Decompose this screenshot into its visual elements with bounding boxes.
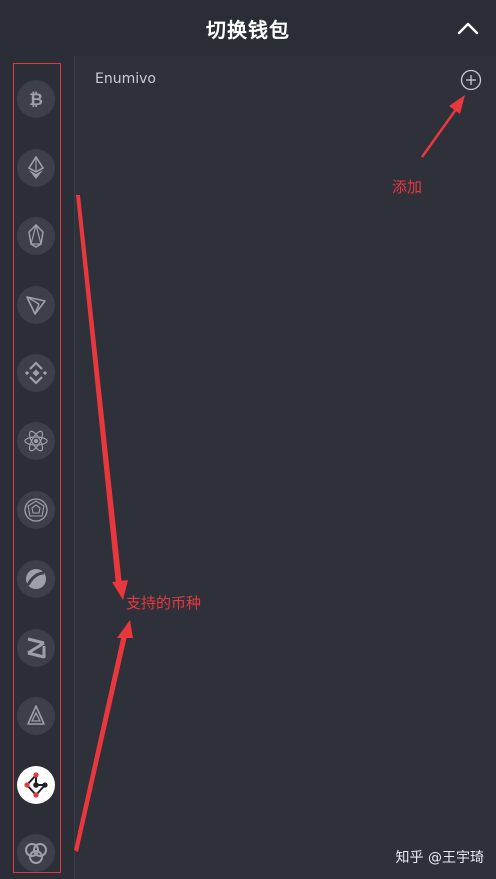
cosmos-atom-icon	[24, 430, 48, 452]
coin-network-selected[interactable]	[17, 766, 55, 804]
header-bar: 切换钱包	[0, 0, 496, 56]
coin-binance[interactable]	[17, 354, 55, 392]
iris-icon	[24, 498, 48, 522]
annotation-add-label: 添加	[392, 178, 423, 196]
add-wallet-button[interactable]	[460, 69, 482, 91]
watermark: 知乎 @王宇琦	[395, 850, 484, 866]
network-nodes-icon	[24, 772, 48, 798]
tron-icon	[26, 296, 46, 315]
coin-eos[interactable]	[17, 217, 55, 255]
circles-icon	[25, 843, 47, 864]
ethereum-icon	[27, 156, 45, 179]
wallet-item-name[interactable]: Enumivo	[95, 71, 156, 87]
eos-icon	[28, 224, 44, 248]
coin-ontology[interactable]	[17, 560, 55, 598]
plus-circle-icon	[460, 69, 482, 91]
coin-ethereum[interactable]	[17, 149, 55, 187]
coin-circles[interactable]	[17, 834, 55, 872]
aeternity-icon	[27, 705, 45, 725]
coin-zilliqa[interactable]	[17, 629, 55, 667]
coin-tron[interactable]	[17, 286, 55, 324]
svg-text:₿: ₿	[29, 90, 43, 110]
annotation-coins-label: 支持的币种	[126, 594, 202, 612]
page-title: 切换钱包	[206, 17, 290, 42]
binance-icon	[24, 361, 48, 385]
coin-bitcoin[interactable]: ₿	[17, 80, 55, 118]
coin-cosmos[interactable]	[17, 422, 55, 460]
bitcoin-icon: ₿	[29, 90, 43, 110]
coin-aeternity[interactable]	[17, 697, 55, 735]
zilliqa-icon	[27, 637, 46, 659]
ontology-icon	[26, 569, 46, 589]
collapse-button[interactable]	[454, 14, 482, 42]
coin-iris[interactable]	[17, 491, 55, 529]
chevron-up-icon	[457, 22, 479, 35]
